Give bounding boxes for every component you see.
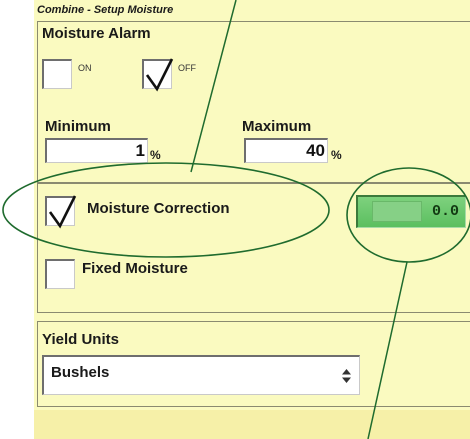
fixed-moisture-label: Fixed Moisture (82, 260, 188, 277)
minimum-input[interactable]: 1 (45, 138, 148, 163)
moisture-correction-label: Moisture Correction (87, 200, 230, 217)
checkmark-icon (145, 58, 174, 92)
minimum-label: Minimum (45, 118, 111, 135)
alarm-off-checkbox[interactable] (142, 58, 174, 92)
moisture-correction-checkbox[interactable] (45, 195, 77, 229)
moisture-correction-value: 0.0 (431, 203, 459, 220)
alarm-off-label: OFF (178, 63, 196, 73)
maximum-input[interactable]: 40 (244, 138, 328, 163)
maximum-unit: % (331, 148, 342, 162)
yield-units-selected: Bushels (51, 364, 110, 381)
checkmark-icon (48, 195, 77, 229)
moisture-correction-value-field[interactable]: 0.0 (356, 195, 466, 228)
value-field-inset (372, 201, 422, 222)
yield-units-select[interactable]: Bushels (42, 355, 360, 395)
minimum-unit: % (150, 148, 161, 162)
window-title: Combine - Setup Moisture (37, 4, 174, 16)
panel-footer-strip (34, 410, 470, 439)
maximum-label: Maximum (242, 118, 312, 135)
alarm-on-checkbox[interactable] (42, 59, 72, 89)
select-updown-icon (342, 369, 351, 383)
fixed-moisture-checkbox[interactable] (45, 259, 75, 289)
moisture-alarm-heading: Moisture Alarm (42, 25, 151, 42)
alarm-on-label: ON (78, 63, 92, 73)
yield-units-heading: Yield Units (42, 331, 119, 348)
